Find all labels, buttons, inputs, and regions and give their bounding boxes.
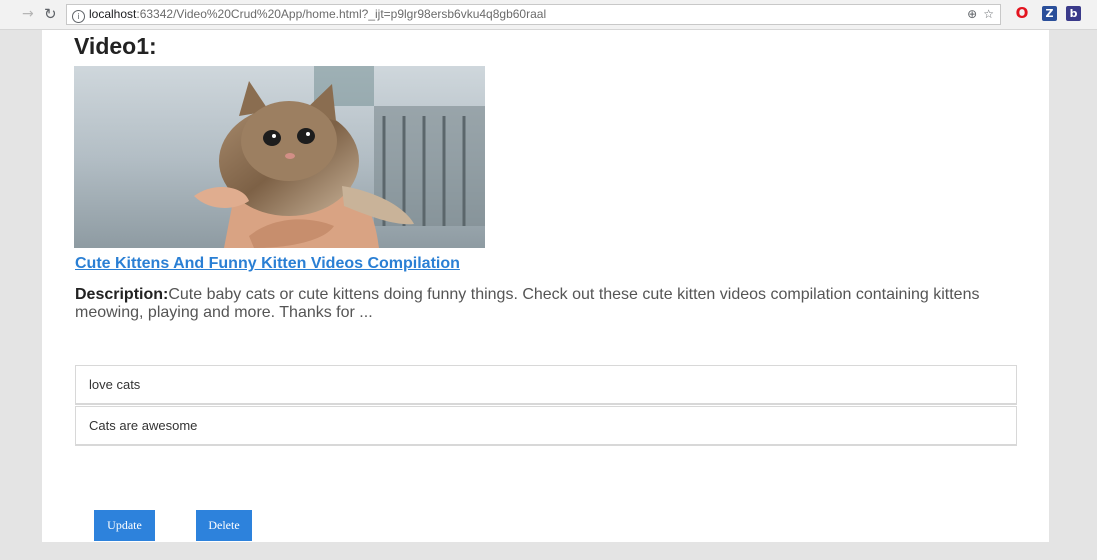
reload-icon[interactable]: ↻ <box>44 5 57 23</box>
comment-list: love cats Cats are awesome <box>75 365 1017 446</box>
bookmark-star-icon[interactable]: ☆ <box>983 7 994 21</box>
opera-extension-icon[interactable]: O <box>1015 6 1029 21</box>
url-host: localhost <box>89 7 137 21</box>
address-bar[interactable]: i localhost:63342/Video%20Crud%20App/home… <box>66 4 1001 25</box>
z-extension-icon[interactable]: Z <box>1042 6 1057 21</box>
comment-item[interactable]: Cats are awesome <box>75 406 1017 446</box>
b-extension-icon[interactable]: b <box>1066 6 1081 21</box>
info-icon[interactable]: i <box>72 10 85 23</box>
update-button[interactable]: Update <box>94 510 155 541</box>
forward-arrow-icon[interactable]: → <box>22 6 34 22</box>
page-content: Video1: Cute Kittens And Funny Kitten Vi… <box>42 30 1049 542</box>
video-thumbnail[interactable] <box>74 66 485 248</box>
video-description: Description:Cute baby cats or cute kitte… <box>75 286 995 322</box>
comment-item[interactable]: love cats <box>75 365 1017 405</box>
browser-toolbar: → ↻ i localhost:63342/Video%20Crud%20App/… <box>0 0 1097 30</box>
kitten-thumbnail-image <box>74 66 485 248</box>
address-bar-actions: ⊕ ☆ <box>961 5 994 24</box>
zoom-icon[interactable]: ⊕ <box>967 7 977 21</box>
url-path: :63342/Video%20Crud%20App/home.html?_ijt… <box>136 7 547 21</box>
video-link[interactable]: Cute Kittens And Funny Kitten Videos Com… <box>75 255 460 273</box>
description-text: Cute baby cats or cute kittens doing fun… <box>75 286 980 321</box>
delete-button[interactable]: Delete <box>196 510 252 541</box>
description-label: Description: <box>75 286 169 303</box>
video-title: Video1: <box>74 33 157 59</box>
